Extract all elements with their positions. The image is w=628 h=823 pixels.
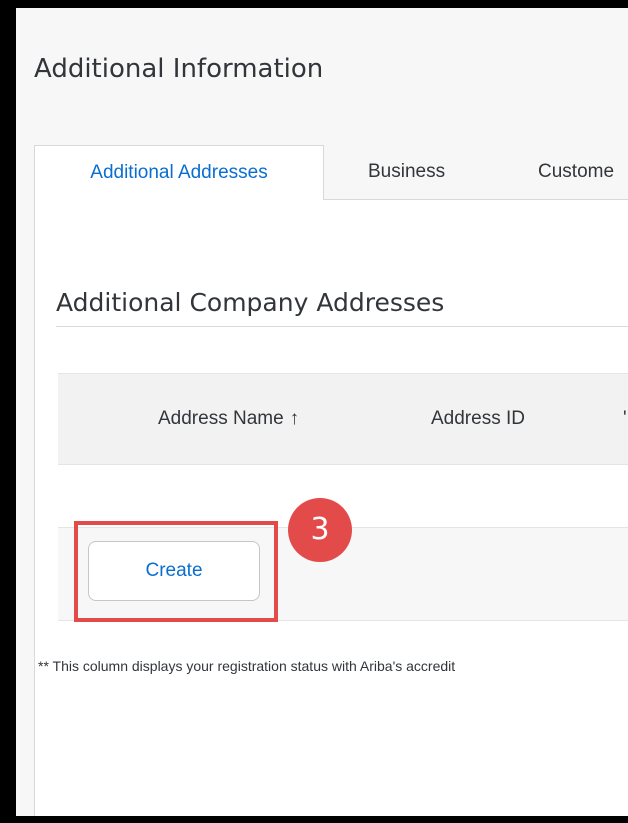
tab-divider [324, 199, 628, 200]
footnote: ** This column displays your registratio… [38, 658, 456, 674]
table-header: Address Name ↑ Address ID ' [58, 373, 628, 465]
column-truncated[interactable]: ' [623, 374, 627, 464]
create-button[interactable]: Create [88, 541, 260, 601]
tab-business[interactable]: Business [368, 145, 445, 199]
tab-additional-addresses[interactable]: Additional Addresses [34, 145, 324, 200]
column-address-id[interactable]: Address ID [431, 374, 525, 464]
section-divider [56, 326, 628, 327]
section-title: Additional Company Addresses [56, 288, 445, 317]
column-address-name[interactable]: Address Name ↑ [158, 374, 299, 464]
step-badge: 3 [288, 498, 352, 562]
page-title: Additional Information [34, 54, 324, 84]
tab-customer[interactable]: Custome [538, 145, 614, 199]
sort-ascending-icon: ↑ [289, 408, 300, 429]
column-address-name-label: Address Name [158, 408, 284, 429]
app-window: Additional Information Additional Addres… [16, 8, 628, 816]
